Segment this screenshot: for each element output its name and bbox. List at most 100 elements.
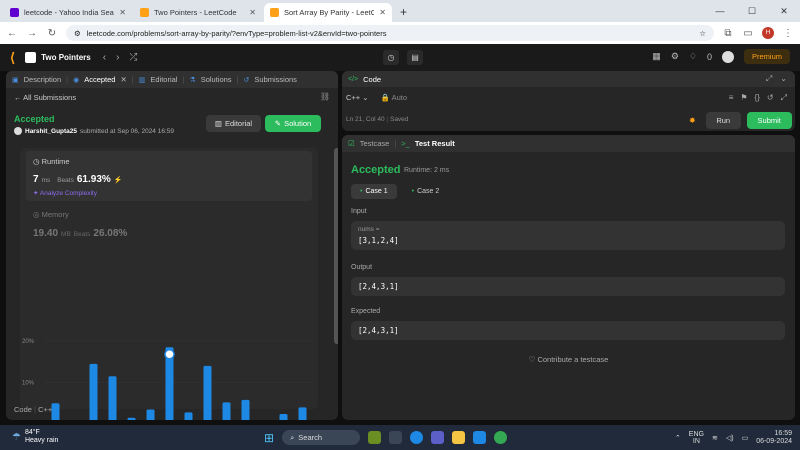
beats-label: Beats	[73, 231, 91, 238]
leetcode-logo-icon[interactable]: ⟨	[10, 50, 15, 66]
chart-bar	[241, 399, 250, 420]
volume-icon[interactable]: ◁)	[726, 434, 734, 442]
next-problem-icon[interactable]: ›	[116, 52, 119, 63]
memory-unit: MB	[61, 231, 71, 238]
bookmark-icon[interactable]: ⚑	[740, 93, 747, 103]
case-2-tab[interactable]: • Case 2	[403, 184, 449, 199]
share-link-icon[interactable]: ⛓	[320, 92, 330, 101]
all-submissions-link[interactable]: ← All Submissions	[14, 93, 76, 102]
code-lang: C++	[38, 405, 53, 414]
reset-icon[interactable]: ↺	[767, 93, 774, 103]
shuffle-icon[interactable]: ⤮	[129, 52, 137, 63]
close-tab-icon[interactable]: ✕	[120, 75, 126, 84]
browser-tab-sort-array[interactable]: Sort Array By Parity - LeetCode ✕	[264, 3, 392, 22]
close-tab-icon[interactable]: ✕	[249, 8, 256, 17]
y-tick-label: 20%	[22, 339, 35, 345]
debug-icon[interactable]: ✸	[689, 116, 696, 125]
case-2-label: Case 2	[417, 188, 440, 195]
reload-icon[interactable]: ↻	[46, 28, 58, 39]
streak-icon[interactable]: ♢	[689, 51, 697, 62]
layout-icon[interactable]: ▦	[652, 51, 661, 62]
tab-solutions[interactable]: Solutions	[201, 75, 232, 84]
browser-tab-yahoo[interactable]: leetcode - Yahoo India Search R ✕	[4, 3, 132, 22]
notes-icon[interactable]: ▤	[407, 50, 423, 65]
new-tab-icon[interactable]: +	[394, 3, 413, 22]
run-controls: ✸ Run Submit	[689, 112, 792, 129]
bookmark-star-icon[interactable]: ☆	[699, 29, 706, 38]
memory-header[interactable]: ◎ Memory	[33, 210, 69, 219]
profile-avatar[interactable]: H	[762, 27, 774, 39]
analyze-complexity-link[interactable]: ✦ Analyze Complexity	[33, 189, 97, 197]
maximize-icon[interactable]: ☐	[736, 0, 768, 22]
menu-icon[interactable]: ⋮	[782, 28, 794, 39]
tray-overflow-icon[interactable]: ⌃	[675, 434, 681, 442]
extensions-icon[interactable]: ⧉	[722, 28, 734, 39]
back-icon[interactable]: ←	[6, 28, 18, 39]
beats-label: Beats	[57, 177, 74, 184]
leetcode-favicon-icon	[140, 8, 149, 17]
prev-problem-icon[interactable]: ‹	[103, 52, 106, 63]
case-tabs: • Case 1 • Case 2	[351, 184, 448, 199]
format-icon[interactable]: ≡	[729, 93, 734, 103]
run-button[interactable]: Run	[705, 112, 741, 129]
analyze-label: Analyze Complexity	[39, 190, 97, 197]
username-link[interactable]: Harshit_Gupta25	[25, 128, 77, 135]
language-indicator[interactable]: ENG IN	[689, 431, 704, 445]
settings-icon[interactable]: ⚙	[671, 51, 679, 62]
taskbar-search[interactable]: ⌕ Search	[282, 430, 361, 445]
wifi-icon[interactable]: ≋	[712, 434, 718, 442]
editorial-button[interactable]: ▥ Editorial	[206, 115, 261, 132]
forward-icon[interactable]: →	[26, 28, 38, 39]
search-label: Search	[298, 433, 323, 442]
runtime-card[interactable]: ◷ Runtime 7 ms Beats 61.93% ⚡ ✦ Analyze …	[26, 151, 312, 201]
file-explorer-icon[interactable]	[389, 431, 403, 444]
submit-button[interactable]: Submit	[746, 112, 792, 129]
weather-widget[interactable]: ☂ 84°F Heavy rain	[12, 429, 58, 445]
close-window-icon[interactable]: ✕	[768, 0, 800, 22]
memory-value-row: 19.40 MB Beats 26.08%	[33, 228, 127, 239]
tab-description[interactable]: Description	[24, 75, 62, 84]
braces-icon[interactable]: {}	[755, 93, 760, 103]
contribute-testcase-link[interactable]: ♡ Contribute a testcase	[342, 355, 795, 364]
teams-icon[interactable]	[431, 431, 445, 444]
close-tab-icon[interactable]: ✕	[379, 8, 386, 17]
browser-tab-two-pointers[interactable]: Two Pointers - LeetCode ✕	[134, 3, 262, 22]
widgets-icon[interactable]	[368, 431, 382, 444]
close-tab-icon[interactable]: ✕	[119, 8, 126, 17]
tab-test-result[interactable]: Test Result	[415, 139, 455, 148]
edge-icon[interactable]	[410, 431, 424, 444]
book-icon: ▥	[214, 119, 222, 128]
autocomplete-toggle[interactable]: 🔒 Auto	[381, 93, 407, 102]
premium-button[interactable]: Premium	[743, 49, 790, 64]
scrollbar[interactable]	[334, 148, 338, 344]
store-icon[interactable]	[473, 431, 487, 444]
collapse-panel-icon[interactable]: ⌄	[780, 74, 787, 84]
tab-accepted[interactable]: Accepted	[84, 75, 115, 84]
maximize-panel-icon[interactable]: ⤢	[766, 74, 772, 84]
battery-icon[interactable]: ▭	[742, 434, 749, 442]
timer-icon[interactable]: ◷	[383, 50, 399, 65]
solution-button[interactable]: ✎ Solution	[265, 115, 321, 132]
minimize-icon[interactable]: —	[704, 0, 736, 22]
windows-start-icon[interactable]: ⊞	[264, 431, 274, 445]
language-select[interactable]: C++ ⌄	[346, 93, 369, 102]
site-info-icon[interactable]: ⚙	[74, 29, 81, 38]
chart-bar	[89, 363, 98, 420]
case-1-tab[interactable]: • Case 1	[351, 184, 397, 199]
runtime-value-row: 7 ms Beats 61.93% ⚡	[33, 174, 123, 185]
code-footer[interactable]: Code | C++	[14, 405, 52, 414]
sidebar-icon[interactable]: ▭	[742, 28, 754, 39]
folder-icon[interactable]	[452, 431, 466, 444]
user-avatar[interactable]	[721, 50, 734, 63]
submission-panel: ▣ Description | ◉ Accepted ✕ | ▥ Editori…	[6, 71, 338, 420]
leetcode-navbar: ⟨ Two Pointers ‹ › ⤮ ◷ ▤ ▦ ⚙ ♢ 0 Premium	[0, 44, 800, 71]
clock[interactable]: 16:59 06-09-2024	[756, 430, 792, 446]
chrome-icon[interactable]	[494, 431, 508, 444]
problem-list-title[interactable]: Two Pointers	[41, 53, 91, 62]
tab-submissions[interactable]: Submissions	[254, 75, 297, 84]
tab-editorial[interactable]: Editorial	[150, 75, 177, 84]
fullscreen-icon[interactable]: ⤢	[781, 93, 787, 103]
url-field[interactable]: ⚙ leetcode.com/problems/sort-array-by-pa…	[66, 25, 714, 41]
tab-testcase[interactable]: Testcase	[360, 139, 390, 148]
runtime-distribution-chart[interactable]: 20%10%0%3ms5ms7ms9ms11ms13ms3ms5ms7ms9ms…	[20, 333, 318, 420]
